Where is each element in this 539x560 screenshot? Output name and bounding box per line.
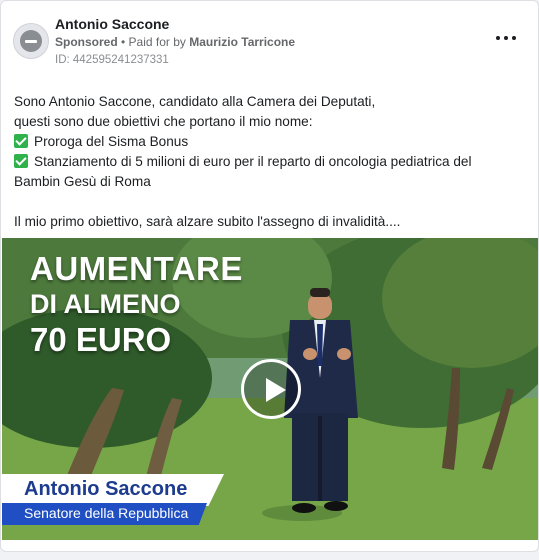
paid-for-separator: • Paid for by [117,35,190,49]
bullet-item: Stanziamento di 5 milioni di euro per il… [14,152,529,172]
post-text: Sono Antonio Saccone, candidato alla Cam… [14,92,529,232]
blocked-icon [20,30,42,52]
lower-third-role-text: Senatore della Repubblica [24,505,189,521]
text-line: Bambin Gesù di Roma [14,174,151,189]
payer-name[interactable]: Maurizio Tarricone [189,35,295,49]
sponsor-meta: Sponsored • Paid for by Maurizio Tarrico… [55,35,295,49]
text-line: Sono Antonio Saccone, candidato alla Cam… [14,94,376,109]
lower-third-name: Antonio Saccone [2,474,224,506]
bullet-text: Stanziamento di 5 milioni di euro per il… [34,154,472,169]
check-icon [14,154,28,168]
headline-line: DI ALMENO [30,289,181,319]
page-name[interactable]: Antonio Saccone [55,16,169,32]
sponsored-label[interactable]: Sponsored [55,35,118,49]
headline-line: 70 EURO [30,321,172,358]
ad-post-card: Antonio Saccone Sponsored • Paid for by … [0,0,539,552]
bullet-text: Proroga del Sisma Bonus [34,134,189,149]
text-line: Il mio primo obiettivo, sarà alzare subi… [14,214,401,229]
bullet-item: Proroga del Sisma Bonus [14,132,529,152]
more-horizontal-icon[interactable] [496,31,516,45]
text-line: questi sono due obiettivi che portano il… [14,114,313,129]
empty-line [14,192,529,212]
ad-id: ID: 442595241237331 [55,54,169,66]
lower-third-name-text: Antonio Saccone [24,478,188,500]
play-icon[interactable] [241,359,301,419]
avatar[interactable] [13,23,49,59]
video-player[interactable]: AUMENTARE DI ALMENO 70 EURO Antonio Sacc… [2,238,538,540]
post-header: Antonio Saccone Sponsored • Paid for by … [13,13,526,73]
lower-third-role: Senatore della Repubblica [2,503,207,525]
video-headline: AUMENTARE DI ALMENO 70 EURO [30,252,243,356]
headline-line: AUMENTARE [30,250,243,287]
check-icon [14,134,28,148]
